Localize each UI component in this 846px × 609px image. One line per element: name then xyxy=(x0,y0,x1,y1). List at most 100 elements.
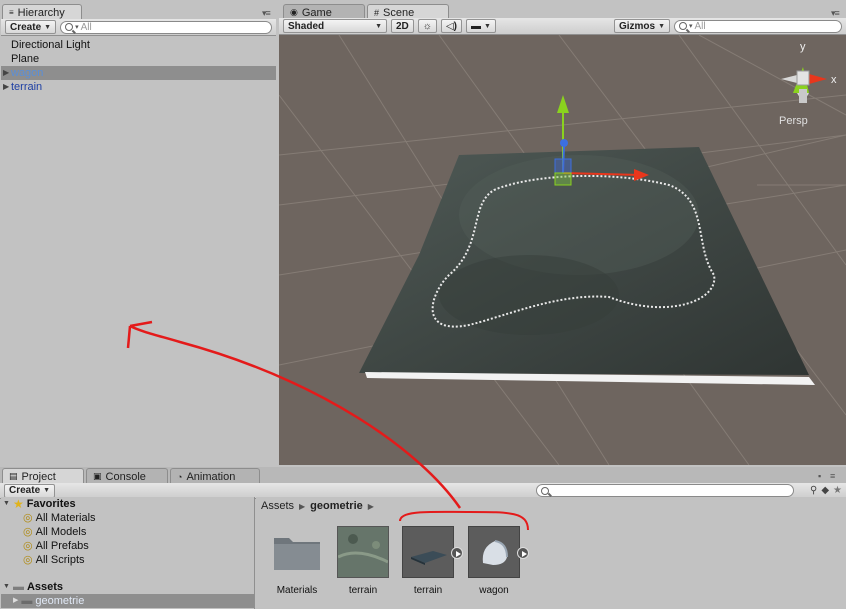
search-by-type-icon[interactable]: ⚲ xyxy=(810,485,817,496)
favorites-label: Favorites xyxy=(26,498,76,510)
tab-label: Hierarchy xyxy=(17,6,65,19)
scene-viewport[interactable]: y x Persp xyxy=(279,35,846,465)
favorite-label: All Prefabs xyxy=(35,540,89,552)
breadcrumb-current[interactable]: geometrie xyxy=(310,500,363,512)
hierarchy-icon: ≡ xyxy=(9,8,14,17)
favorite-label: All Materials xyxy=(35,512,96,524)
search-icon: ◎ xyxy=(23,526,33,538)
game-icon: ◉ xyxy=(290,7,298,17)
tab-label: Game xyxy=(301,6,332,19)
scene-icon: # xyxy=(374,7,380,18)
project-search-input[interactable] xyxy=(536,484,794,497)
chevron-down-icon: ▾ xyxy=(75,24,79,31)
sun-icon: ☼ xyxy=(422,20,432,32)
asset-terrain-model[interactable]: terrain xyxy=(396,526,463,596)
tab-label: Project xyxy=(21,470,56,483)
favorite-all-materials[interactable]: ◎ All Materials xyxy=(1,511,254,525)
project-asset-grid: Assets ▶ geometrie ▶ Materials terrain t… xyxy=(256,497,846,609)
scene-panel: ◉ Game # Scene ▾≡ Shaded ▼ 2D ☼ ◁) ▬ ▼ G… xyxy=(279,0,846,466)
texture-thumbnail xyxy=(337,526,389,578)
folder-geometrie[interactable]: ▶ ▬ geometrie xyxy=(1,594,254,608)
breadcrumb: Assets ▶ geometrie ▶ xyxy=(261,500,374,512)
folder-label: geometrie xyxy=(35,595,85,607)
hierarchy-item-plane[interactable]: Plane xyxy=(1,52,276,66)
chevron-right-icon: ▶ xyxy=(367,501,374,511)
chevron-down-icon: ▼ xyxy=(375,22,382,30)
tab-project[interactable]: ▤ Project xyxy=(2,468,84,484)
project-panel: ▤ Project ▣ Console ◔ Animation ▪ ≡ Crea… xyxy=(0,467,846,609)
chevron-down-icon: ▾ xyxy=(689,23,693,30)
hierarchy-item-label: Directional Light xyxy=(11,39,90,51)
gizmos-dropdown[interactable]: Gizmos ▼ xyxy=(613,19,670,33)
shading-mode-dropdown[interactable]: Shaded ▼ xyxy=(283,19,387,33)
scene-effects-dropdown[interactable]: ▬ ▼ xyxy=(466,19,496,33)
chevron-right-icon: ▶ xyxy=(299,501,306,511)
project-create-button[interactable]: Create ▼ xyxy=(4,483,56,498)
play-icon[interactable] xyxy=(517,547,529,559)
tab-hierarchy[interactable]: ≡ Hierarchy xyxy=(2,4,82,20)
hierarchy-toolbar: Create ▼ ▾ All xyxy=(1,19,276,36)
asset-label: terrain xyxy=(348,585,378,596)
panel-menu-icon[interactable]: ▾≡ xyxy=(262,8,271,19)
asset-terrain-texture[interactable]: terrain xyxy=(331,526,395,596)
star-icon: ★ xyxy=(12,497,24,511)
hierarchy-item-terrain[interactable]: ▶ terrain xyxy=(1,80,276,94)
console-icon: ▣ xyxy=(93,471,102,481)
search-placeholder: All xyxy=(80,21,92,33)
tab-animation[interactable]: ◔ Animation xyxy=(170,468,260,484)
chevron-down-icon: ▼ xyxy=(484,22,491,30)
chevron-down-icon: ▼ xyxy=(43,487,51,494)
panel-menu-icon[interactable]: ≡ xyxy=(830,471,835,481)
asset-label: Materials xyxy=(276,585,318,596)
tab-console[interactable]: ▣ Console xyxy=(86,468,168,484)
favorite-label: All Models xyxy=(35,526,87,538)
shading-mode-label: Shaded xyxy=(288,20,325,32)
axis-y-label: y xyxy=(800,41,806,53)
favorite-label: All Scripts xyxy=(35,554,85,566)
favorite-all-models[interactable]: ◎ All Models xyxy=(1,525,254,539)
scene-audio-toggle[interactable]: ◁) xyxy=(440,19,462,33)
assets-label: Assets xyxy=(26,581,64,593)
hierarchy-item-directional-light[interactable]: Directional Light xyxy=(1,38,276,52)
terrain-mesh[interactable] xyxy=(359,147,815,385)
mode-2d-label: 2D xyxy=(396,20,409,32)
scene-search-input[interactable]: ▾ All xyxy=(674,19,842,33)
animation-icon: ◔ xyxy=(177,471,183,482)
favorite-all-prefabs[interactable]: ◎ All Prefabs xyxy=(1,539,254,553)
asset-wagon-model[interactable]: wagon xyxy=(462,526,529,596)
fold-arrow-icon[interactable]: ▼ xyxy=(3,497,10,511)
folder-icon: ▬ xyxy=(12,581,24,593)
search-icon xyxy=(541,486,549,495)
breadcrumb-root[interactable]: Assets xyxy=(261,500,294,512)
asset-materials[interactable]: Materials xyxy=(265,526,329,596)
favorite-all-scripts[interactable]: ◎ All Scripts xyxy=(1,553,254,567)
fold-arrow-icon[interactable]: ▼ xyxy=(3,580,10,594)
projection-label[interactable]: Persp xyxy=(779,115,808,127)
favorite-star-icon[interactable]: ★ xyxy=(833,485,842,496)
tab-label: Console xyxy=(105,470,146,483)
fold-arrow-icon[interactable]: ▶ xyxy=(13,594,18,608)
folder-icon xyxy=(271,526,323,578)
scene-lighting-toggle[interactable]: ☼ xyxy=(417,19,437,33)
chevron-down-icon: ▼ xyxy=(44,23,52,31)
search-by-label-icon[interactable]: ◆ xyxy=(821,485,829,496)
hierarchy-item-label: terrain xyxy=(11,81,43,93)
hierarchy-search-input[interactable]: ▾ All xyxy=(60,20,272,34)
favorites-section[interactable]: ▼ ★ Favorites xyxy=(1,497,254,511)
lock-icon[interactable]: ▪ xyxy=(818,471,821,481)
project-icon: ▤ xyxy=(9,471,18,481)
assets-section[interactable]: ▼ ▬ Assets xyxy=(1,580,254,594)
fold-arrow-icon[interactable]: ▶ xyxy=(3,80,9,94)
search-icon: ◎ xyxy=(23,512,33,524)
fold-arrow-icon[interactable]: ▶ xyxy=(3,66,9,80)
toggle-2d-button[interactable]: 2D xyxy=(391,19,414,33)
search-icon: ◎ xyxy=(23,540,33,552)
hierarchy-item-wagon[interactable]: ▶ wagon xyxy=(1,66,276,80)
search-icon xyxy=(679,22,687,30)
search-icon: ◎ xyxy=(23,554,33,566)
hierarchy-item-label: Plane xyxy=(11,53,40,65)
hierarchy-panel: ≡ Hierarchy ▾≡ Create ▼ ▾ All Directiona… xyxy=(0,0,277,466)
hierarchy-create-button[interactable]: Create ▼ xyxy=(5,20,57,34)
search-icon xyxy=(65,23,74,31)
gizmos-label: Gizmos xyxy=(618,20,656,32)
